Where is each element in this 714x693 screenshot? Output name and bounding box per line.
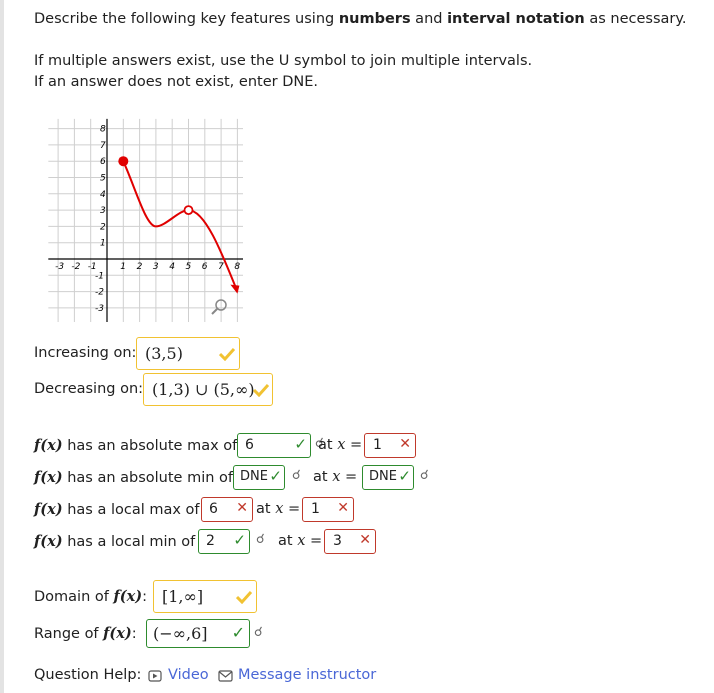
incorrect-x-icon: ✕: [337, 500, 349, 516]
local-max-x-field[interactable]: 1 ✕: [302, 497, 354, 522]
abs-max-value-field[interactable]: 6 ✓: [237, 433, 311, 458]
x-tick-label: 3: [153, 262, 159, 272]
decreasing-answer-field[interactable]: (1,3) ∪ (5,∞): [143, 373, 273, 406]
y-tick-label: 3: [100, 206, 106, 216]
x-tick-label: 8: [234, 262, 240, 272]
y-tick-label: 7: [100, 141, 106, 151]
y-tick-label: 6: [100, 157, 106, 167]
instruction-line-1: Describe the following key features usin…: [34, 11, 687, 27]
y-tick-label: 1: [100, 239, 106, 249]
increasing-answer-field[interactable]: (3,5): [136, 337, 240, 370]
preview-icon[interactable]: ☌: [256, 532, 265, 547]
function-graph: -3 -2 -1 1 2 3 4 5 6 7 887654321-1-2-3: [48, 118, 243, 322]
incorrect-x-icon: ✕: [399, 436, 411, 452]
preview-icon[interactable]: ☌: [420, 468, 429, 483]
instruction-line-2: If multiple answers exist, use the U sym…: [34, 53, 533, 69]
domain-label: Domain of f(x):: [34, 588, 147, 605]
incorrect-x-icon: ✕: [236, 500, 248, 516]
y-tick-label: 8: [100, 125, 106, 135]
instruction-line-3: If an answer does not exist, enter DNE.: [34, 74, 318, 90]
closed-endpoint: [118, 156, 129, 167]
x-tick-label: 2: [137, 262, 143, 272]
x-tick-label: 4: [169, 262, 175, 272]
correct-check-icon: ✓: [294, 435, 307, 453]
accepted-check-icon: [219, 347, 235, 361]
preview-icon[interactable]: ☌: [254, 625, 263, 640]
correct-check-icon: ✓: [231, 623, 245, 642]
local-min-at: at x =: [278, 533, 323, 549]
open-point: [183, 205, 194, 215]
mail-icon[interactable]: [218, 670, 233, 682]
x-tick-label: 6: [202, 262, 208, 272]
abs-min-statement: f(x) has an absolute min of: [34, 469, 234, 486]
question-help-label: Question Help:: [34, 667, 142, 683]
x-tick-label: 7: [218, 262, 224, 272]
video-icon[interactable]: [148, 670, 162, 682]
y-tick-label: -2: [95, 288, 104, 298]
y-tick-label: 5: [100, 174, 106, 184]
abs-max-x-field[interactable]: 1 ✕: [364, 433, 416, 458]
accepted-check-icon: [236, 590, 252, 604]
x-tick-label: -2: [71, 262, 80, 272]
accepted-check-icon: [253, 383, 269, 397]
local-max-statement: f(x) has a local max of: [34, 501, 200, 518]
decreasing-label: Decreasing on:: [34, 381, 144, 397]
preview-icon[interactable]: ☌: [292, 468, 301, 483]
y-tick-label: 2: [100, 222, 106, 232]
abs-min-x-field[interactable]: DNE ✓: [362, 465, 414, 490]
incorrect-x-icon: ✕: [359, 532, 371, 548]
x-tick-label: 5: [186, 262, 192, 272]
local-max-value-field[interactable]: 6 ✕: [201, 497, 253, 522]
abs-min-at: at x =: [313, 469, 358, 485]
range-answer-field[interactable]: (−∞,6] ✓: [146, 619, 250, 648]
message-instructor-link[interactable]: Message instructor: [238, 667, 376, 683]
x-tick-label: 1: [120, 262, 126, 272]
x-tick-label: -3: [55, 262, 64, 272]
correct-check-icon: ✓: [269, 467, 282, 485]
increasing-label: Increasing on:: [34, 345, 137, 361]
video-link[interactable]: Video: [168, 667, 209, 683]
local-min-value-field[interactable]: 2 ✓: [198, 529, 250, 554]
correct-check-icon: ✓: [233, 531, 246, 549]
left-border: [0, 0, 4, 693]
zoom-magnifier-icon[interactable]: [211, 299, 227, 315]
local-min-x-field[interactable]: 3 ✕: [324, 529, 376, 554]
y-tick-label: -3: [95, 304, 104, 314]
domain-answer-field[interactable]: [1,∞]: [153, 580, 257, 613]
range-label: Range of f(x):: [34, 625, 137, 642]
abs-max-statement: f(x) has an absolute max of: [34, 437, 238, 454]
y-tick-label: 4: [100, 190, 106, 200]
local-max-at: at x =: [256, 501, 301, 517]
curve-end-arrow: [230, 284, 240, 294]
correct-check-icon: ✓: [398, 467, 411, 485]
abs-min-value-field[interactable]: DNE ✓: [233, 465, 285, 490]
local-min-statement: f(x) has a local min of: [34, 533, 196, 550]
abs-max-at: at x =: [318, 437, 363, 453]
y-tick-label: -1: [95, 271, 104, 281]
